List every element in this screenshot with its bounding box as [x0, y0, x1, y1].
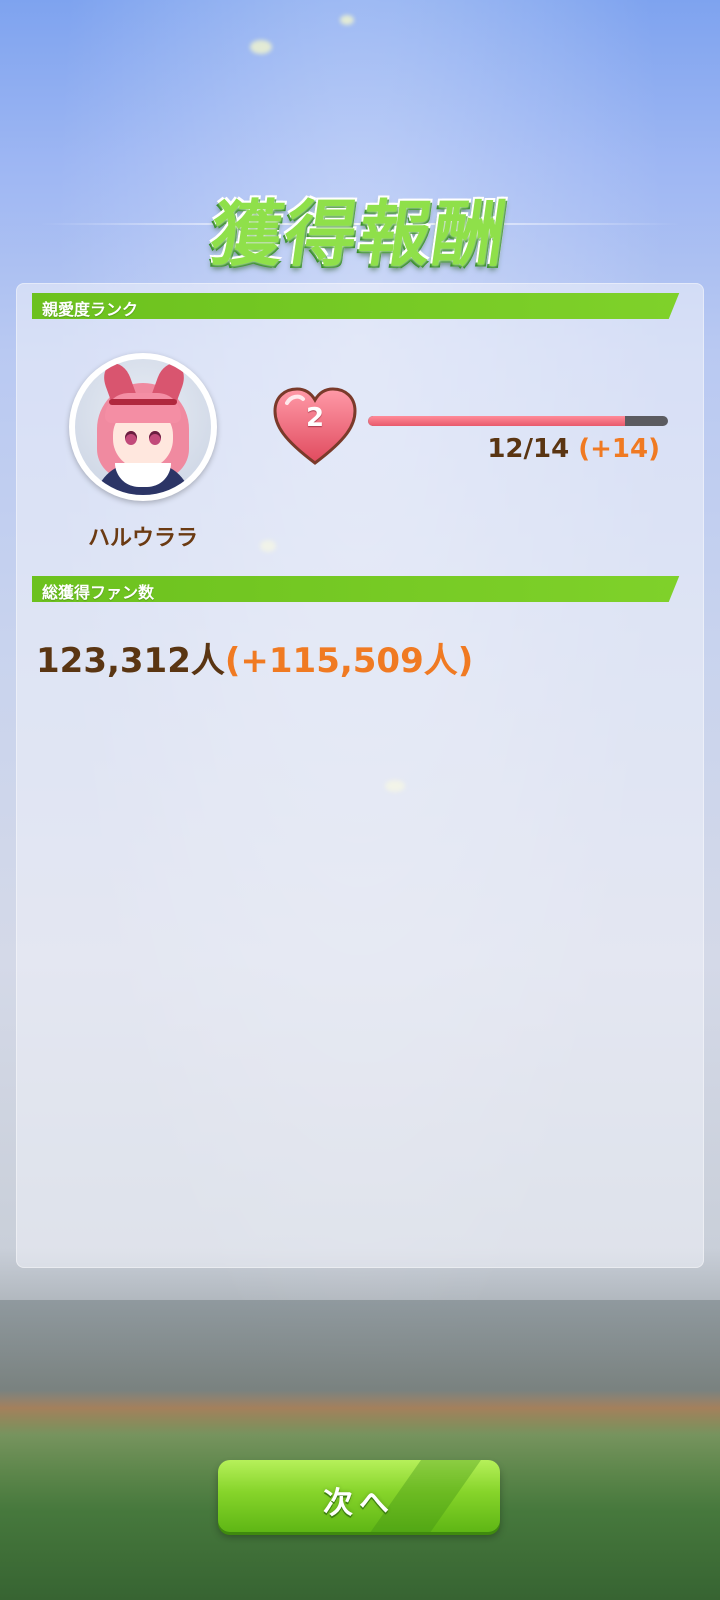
affinity-progress-value: 12/14 — [487, 434, 570, 464]
avatar-portrait — [75, 359, 211, 495]
affinity-section-header: 親愛度ランク — [32, 293, 672, 319]
sparkle — [250, 40, 272, 54]
sparkle — [340, 15, 354, 25]
fans-section-header: 総獲得ファン数 — [32, 576, 672, 602]
reward-panel: 親愛度ランク ハルウララ 2 12/14 (+14) 総獲得ファン数 123,3… — [16, 283, 704, 1268]
character-name: ハルウララ — [87, 526, 198, 551]
fans-gain: (+115,509人) — [224, 641, 474, 681]
avatar-headband — [109, 399, 177, 405]
total-fans-value: 123,312人 — [36, 641, 225, 681]
total-fans: 123,312人(+115,509人) — [36, 633, 473, 682]
affinity-section-label: 親愛度ランク — [42, 300, 139, 319]
affinity-progress-bar — [368, 416, 668, 426]
affinity-rank-value: 2 — [305, 403, 325, 433]
racecourse-background — [0, 1300, 720, 1600]
screen-title: 獲得報酬 — [205, 192, 513, 276]
next-button[interactable]: 次へ — [218, 1460, 500, 1532]
fans-section-label: 総獲得ファン数 — [42, 583, 155, 602]
avatar-eye-left — [125, 431, 137, 445]
character-avatar — [69, 353, 217, 501]
avatar-eye-right — [149, 431, 161, 445]
affinity-progress-text: 12/14 (+14) — [368, 434, 660, 464]
affinity-progress-fill — [368, 416, 626, 426]
title-area: 獲得報酬 — [0, 175, 720, 276]
next-button-label: 次へ — [323, 1486, 395, 1521]
avatar-bangs — [105, 393, 181, 423]
affinity-progress-gain: (+14) — [578, 434, 660, 464]
